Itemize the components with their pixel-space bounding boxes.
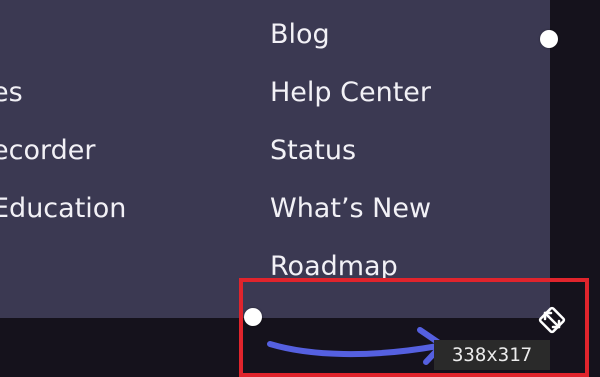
size-readout-tooltip: 338x317: [434, 340, 550, 370]
dropdown-menu-panel: es ecorder Education Blog Help Center St…: [0, 0, 550, 318]
menu-link-blog[interactable]: Blog: [270, 18, 330, 52]
menu-link-recorder[interactable]: ecorder: [0, 134, 95, 168]
menu-link-help-center[interactable]: Help Center: [270, 76, 431, 110]
arrow-annotation-icon: [267, 327, 445, 365]
menu-link-left-1[interactable]: es: [0, 76, 23, 110]
resize-diagonal-icon[interactable]: [538, 306, 566, 334]
menu-link-status[interactable]: Status: [270, 134, 356, 168]
top-right-drag-handle[interactable]: [540, 30, 558, 48]
menu-link-education[interactable]: Education: [0, 192, 126, 226]
menu-link-whats-new[interactable]: What’s New: [270, 192, 431, 226]
